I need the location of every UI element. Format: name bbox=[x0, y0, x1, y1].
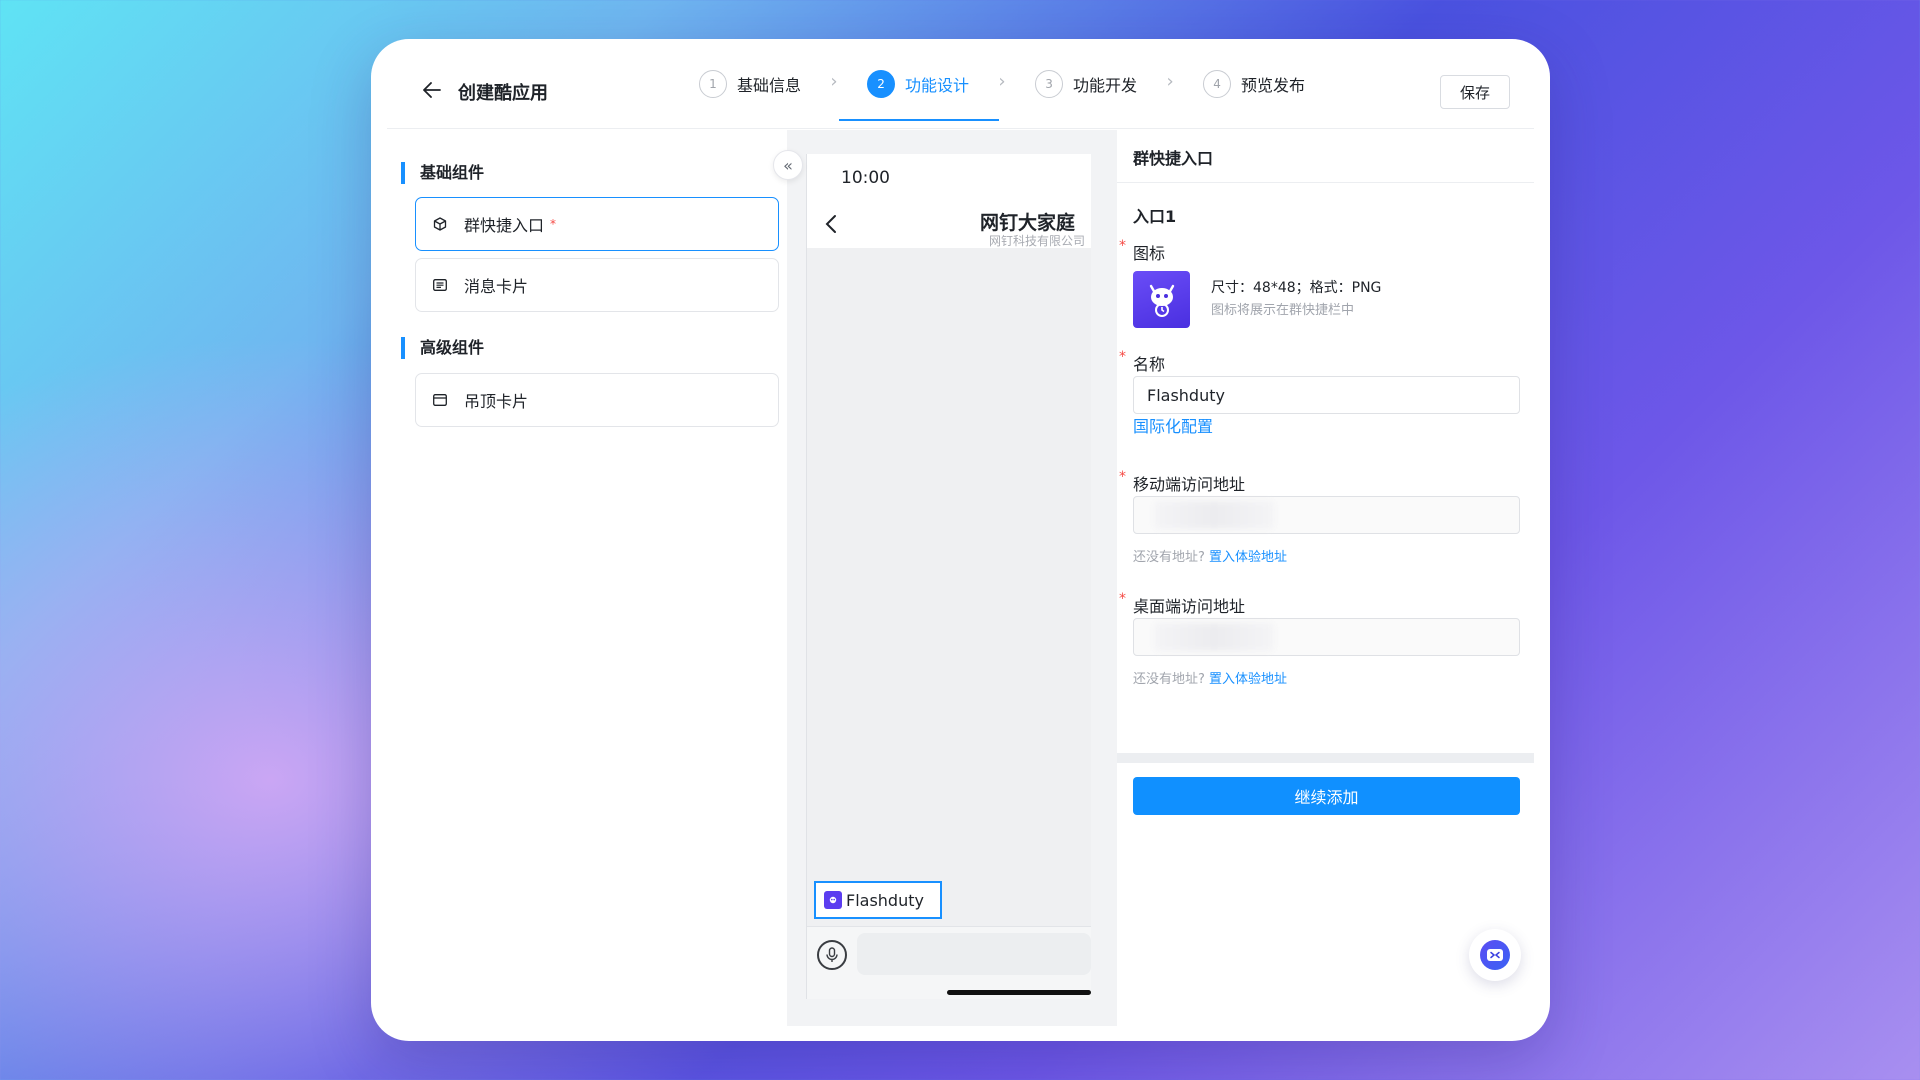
component-label: 消息卡片 bbox=[464, 277, 529, 296]
entry-title: 入口1 bbox=[1133, 207, 1177, 226]
back-arrow-icon[interactable] bbox=[421, 79, 443, 101]
basic-components-title: 基础组件 bbox=[401, 162, 484, 184]
stepper: 1 基础信息 › 2 功能设计 › 3 功能开发 › 4 预览发布 bbox=[699, 39, 1305, 129]
message-input-bar bbox=[807, 926, 1091, 999]
phone-header: 10:00 网钉大家庭 网钉科技有限公司 bbox=[807, 154, 1091, 248]
home-indicator bbox=[947, 990, 1091, 995]
hint-text: 还没有地址? bbox=[1133, 672, 1205, 687]
i18n-config-link[interactable]: 国际化配置 bbox=[1133, 413, 1213, 437]
flashduty-logo-icon bbox=[824, 891, 842, 909]
advanced-components-title: 高级组件 bbox=[401, 337, 484, 359]
group-shortcut-chip: Flashduty bbox=[814, 881, 942, 919]
step-preview-publish[interactable]: 4 预览发布 bbox=[1203, 39, 1305, 129]
config-panel: 群快捷入口 入口1 * 图标 尺寸：48*48；格式：PNG 图标将展示在群快捷… bbox=[1117, 130, 1534, 1041]
cube-icon bbox=[432, 216, 448, 232]
desktop-url-label: * 桌面端访问地址 bbox=[1119, 591, 1246, 617]
shortcut-label: Flashduty bbox=[846, 890, 924, 910]
step-number: 1 bbox=[699, 70, 727, 98]
step-number: 4 bbox=[1203, 70, 1232, 98]
group-name: 网钉大家庭 bbox=[979, 212, 1075, 234]
desktop-label-text: 桌面端访问地址 bbox=[1133, 597, 1246, 616]
step-number: 2 bbox=[867, 70, 896, 98]
top-card-icon bbox=[432, 392, 448, 408]
required-mark: * bbox=[1119, 591, 1126, 607]
desktop-url-input[interactable] bbox=[1133, 618, 1520, 656]
name-label-text: 名称 bbox=[1133, 355, 1166, 374]
required-mark: * bbox=[550, 217, 557, 231]
redacted-value bbox=[1154, 623, 1274, 651]
icon-label-text: 图标 bbox=[1133, 244, 1166, 263]
collapse-icon[interactable]: « bbox=[773, 150, 803, 180]
microphone-icon bbox=[817, 940, 847, 970]
hint-text: 还没有地址? bbox=[1133, 550, 1205, 565]
section-divider bbox=[1117, 753, 1534, 763]
app-window: 创建酷应用 1 基础信息 › 2 功能设计 › 3 功能开发 › 4 预览发布 … bbox=[371, 39, 1550, 1041]
step-feature-design[interactable]: 2 功能设计 bbox=[839, 39, 1000, 129]
required-mark: * bbox=[1119, 238, 1126, 254]
component-message-card[interactable]: 消息卡片 bbox=[415, 258, 779, 312]
app-icon-upload[interactable] bbox=[1133, 271, 1190, 328]
step-label: 功能设计 bbox=[905, 76, 970, 95]
component-label: 群快捷入口 bbox=[464, 216, 545, 235]
divider bbox=[1117, 182, 1534, 183]
fill-demo-url-link[interactable]: 置入体验地址 bbox=[1209, 550, 1287, 565]
message-card-icon bbox=[432, 277, 448, 293]
step-feature-dev[interactable]: 3 功能开发 bbox=[1035, 39, 1137, 129]
redacted-value bbox=[1154, 501, 1274, 529]
chevron-right-icon: › bbox=[1166, 70, 1174, 92]
config-panel-title: 群快捷入口 bbox=[1133, 149, 1214, 168]
icon-field-label: * 图标 bbox=[1119, 238, 1166, 264]
phone-preview: 10:00 网钉大家庭 网钉科技有限公司 Flashduty bbox=[806, 154, 1091, 999]
required-mark: * bbox=[1119, 349, 1126, 365]
step-label: 功能开发 bbox=[1073, 76, 1138, 95]
mobile-label-text: 移动端访问地址 bbox=[1133, 475, 1246, 494]
header: 创建酷应用 1 基础信息 › 2 功能设计 › 3 功能开发 › 4 预览发布 … bbox=[387, 39, 1534, 129]
chevron-left-icon bbox=[825, 212, 837, 240]
icon-spec: 尺寸：48*48；格式：PNG bbox=[1211, 280, 1382, 296]
step-label: 基础信息 bbox=[737, 76, 802, 95]
component-panel: 基础组件 群快捷入口 * 消息卡片 高级组件 吊顶卡片 bbox=[387, 130, 787, 1041]
step-basic-info[interactable]: 1 基础信息 bbox=[699, 39, 801, 129]
mobile-url-input[interactable] bbox=[1133, 496, 1520, 534]
chevron-right-icon: › bbox=[998, 70, 1006, 92]
required-mark: * bbox=[1119, 469, 1126, 485]
step-number: 3 bbox=[1035, 70, 1064, 98]
component-label: 吊顶卡片 bbox=[464, 392, 529, 411]
group-org: 网钉科技有限公司 bbox=[988, 234, 1085, 248]
step-label: 预览发布 bbox=[1241, 76, 1306, 95]
add-more-button[interactable]: 继续添加 bbox=[1133, 777, 1520, 815]
status-time: 10:00 bbox=[841, 168, 890, 188]
desktop-url-hint: 还没有地址? 置入体验地址 bbox=[1133, 668, 1287, 687]
assistant-float-button[interactable] bbox=[1469, 929, 1521, 981]
save-button[interactable]: 保存 bbox=[1440, 75, 1510, 109]
name-input[interactable] bbox=[1133, 376, 1520, 414]
component-group-shortcut[interactable]: 群快捷入口 * bbox=[415, 197, 779, 251]
assistant-icon bbox=[1480, 940, 1510, 970]
message-input bbox=[857, 933, 1091, 975]
component-top-card[interactable]: 吊顶卡片 bbox=[415, 373, 779, 427]
mobile-url-hint: 还没有地址? 置入体验地址 bbox=[1133, 546, 1287, 565]
chevron-right-icon: › bbox=[830, 70, 838, 92]
page-title: 创建酷应用 bbox=[458, 83, 548, 104]
icon-hint: 图标将展示在群快捷栏中 bbox=[1211, 303, 1355, 318]
fill-demo-url-link[interactable]: 置入体验地址 bbox=[1209, 672, 1287, 687]
mobile-url-label: * 移动端访问地址 bbox=[1119, 469, 1246, 495]
name-field-label: * 名称 bbox=[1119, 349, 1166, 375]
